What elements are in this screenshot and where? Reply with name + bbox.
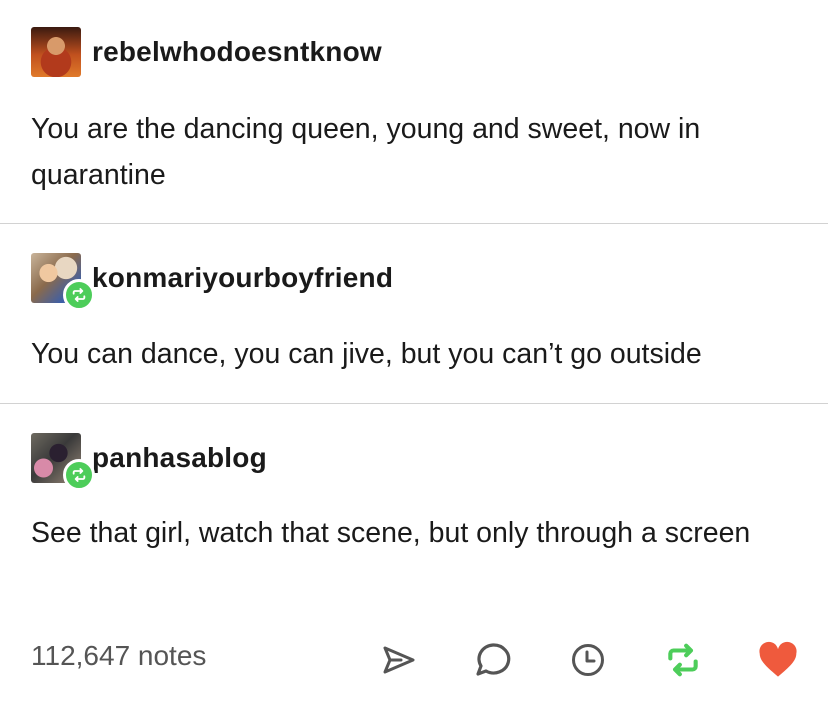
post-header: konmariyourboyfriend bbox=[31, 253, 393, 311]
reply-icon bbox=[476, 643, 511, 676]
avatar[interactable] bbox=[31, 253, 95, 311]
post-text: You can dance, you can jive, but you can… bbox=[31, 338, 702, 370]
post-header: panhasablog bbox=[31, 433, 267, 491]
notes-count[interactable]: 112,647 notes bbox=[31, 640, 206, 672]
post-text: You are the dancing queen, young and swe… bbox=[31, 113, 701, 191]
divider bbox=[0, 223, 828, 224]
reblog-badge-icon bbox=[63, 279, 95, 311]
post-header: rebelwhodoesntknow bbox=[31, 27, 382, 77]
reblog-button[interactable] bbox=[663, 640, 703, 680]
username[interactable]: panhasablog bbox=[92, 442, 267, 474]
history-button[interactable] bbox=[568, 640, 608, 680]
share-icon bbox=[383, 646, 415, 674]
heart-icon bbox=[759, 641, 797, 677]
post-text: See that girl, watch that scene, but onl… bbox=[31, 517, 751, 549]
username[interactable]: rebelwhodoesntknow bbox=[92, 36, 382, 68]
reblog-badge-icon bbox=[63, 459, 95, 491]
share-button[interactable] bbox=[379, 640, 419, 680]
clock-icon bbox=[572, 644, 604, 676]
divider bbox=[0, 403, 828, 404]
avatar[interactable] bbox=[31, 433, 95, 491]
reblog-icon bbox=[668, 643, 698, 677]
avatar[interactable] bbox=[31, 27, 81, 77]
username[interactable]: konmariyourboyfriend bbox=[92, 262, 393, 294]
like-button[interactable] bbox=[758, 640, 798, 680]
reply-button[interactable] bbox=[473, 640, 513, 680]
